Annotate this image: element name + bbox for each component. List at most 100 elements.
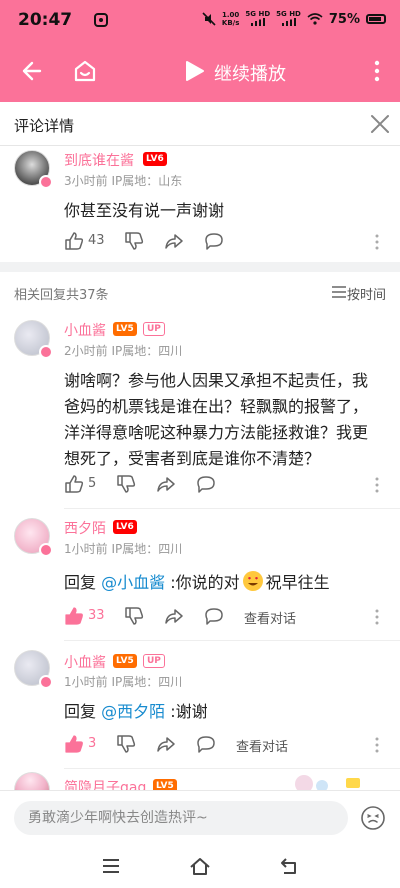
decoration-card-icon bbox=[295, 775, 360, 790]
comment-line: 爸妈的机票钱是谁在出？轻飘飘的报警了， bbox=[64, 397, 369, 416]
divider bbox=[64, 768, 400, 769]
battery-percent: 75% bbox=[328, 11, 360, 27]
more-vertical-icon[interactable] bbox=[374, 737, 380, 753]
up-tag: UP bbox=[143, 322, 165, 336]
comment-actions: 5 bbox=[64, 474, 394, 496]
comment-meta: 3小时前 IP属地：山东 bbox=[64, 174, 183, 188]
mention-link[interactable]: @小血酱 bbox=[101, 573, 165, 592]
signal-bars-icon bbox=[250, 18, 265, 26]
comment-meta: 1小时前 IP属地：四川 bbox=[64, 542, 183, 556]
top-header: 继续播放 bbox=[0, 40, 400, 102]
notification-app-icon bbox=[94, 13, 108, 27]
reply-body-tail: 祝早往生 bbox=[265, 573, 330, 592]
like-filled-icon[interactable] bbox=[64, 606, 84, 626]
system-nav-bar bbox=[0, 844, 400, 888]
home-icon[interactable] bbox=[189, 855, 211, 877]
comment-text: 你甚至没有说一声谢谢 bbox=[64, 201, 225, 220]
avatar[interactable] bbox=[14, 772, 50, 792]
reply-body: :谢谢 bbox=[165, 702, 208, 721]
level-badge: LV5 bbox=[113, 322, 137, 336]
avatar[interactable] bbox=[14, 650, 53, 689]
avatar[interactable] bbox=[14, 150, 53, 189]
status-right: 1.00 KB/s 5G HD 5G HD 75% bbox=[202, 10, 386, 28]
avatar-badge bbox=[39, 345, 53, 359]
close-icon[interactable] bbox=[370, 114, 390, 134]
comment-actions: 3 查看对话 bbox=[64, 734, 394, 756]
divider bbox=[64, 508, 400, 509]
heart-eyes-emoji-icon bbox=[242, 571, 263, 591]
share-icon[interactable] bbox=[156, 474, 176, 494]
divider bbox=[64, 640, 400, 641]
like-count: 33 bbox=[88, 608, 105, 623]
battery-icon bbox=[366, 14, 386, 24]
dislike-icon[interactable] bbox=[116, 474, 136, 494]
comment-text: 回复 @小血酱 :你说的对 祝早往生 bbox=[64, 570, 394, 596]
dislike-icon[interactable] bbox=[124, 231, 144, 251]
avatar-badge bbox=[39, 543, 53, 557]
avatar-badge bbox=[39, 175, 53, 189]
comment-text: 谢啥啊？参与他人因果又承担不起责任，我 爸妈的机票钱是谁在出？轻飘飘的报警了， … bbox=[64, 368, 394, 472]
avatar[interactable] bbox=[14, 518, 53, 557]
signal-1-label: 5G HD bbox=[245, 10, 271, 18]
reply-prefix: 回复 bbox=[64, 702, 102, 721]
section-separator bbox=[0, 262, 400, 272]
comment-actions: 43 bbox=[64, 231, 394, 253]
like-filled-icon[interactable] bbox=[64, 734, 84, 754]
wifi-icon bbox=[307, 13, 323, 25]
dislike-icon[interactable] bbox=[116, 734, 136, 754]
level-badge: LV5 bbox=[113, 654, 137, 668]
signal-2: 5G HD bbox=[276, 10, 301, 28]
signal-2-label: 5G HD bbox=[276, 10, 301, 18]
signal-bars-icon bbox=[281, 18, 296, 26]
view-conversation-button[interactable]: 查看对话 bbox=[236, 736, 288, 755]
comment-meta: 1小时前 IP属地：四川 bbox=[64, 675, 183, 689]
like-count: 43 bbox=[88, 233, 105, 248]
comment-detail-bar: 评论详情 bbox=[0, 102, 400, 146]
username[interactable]: 小血酱 bbox=[64, 320, 106, 340]
reply-icon[interactable] bbox=[204, 231, 224, 251]
emoji-icon[interactable] bbox=[360, 805, 386, 831]
more-vertical-icon[interactable] bbox=[374, 609, 380, 625]
comment-actions: 33 查看对话 bbox=[64, 606, 394, 628]
username[interactable]: 小血酱 bbox=[64, 652, 106, 672]
sort-icon[interactable] bbox=[332, 286, 346, 298]
status-time: 20:47 bbox=[18, 10, 73, 30]
username[interactable]: 到底谁在酱 bbox=[64, 150, 134, 170]
comment-line: 想死了，受害者到底是谁你不清楚？ bbox=[64, 449, 321, 468]
app-root: 20:47 1.00 KB/s 5G HD 5G HD 75% 继续播放 评论详… bbox=[0, 0, 400, 888]
reply-icon[interactable] bbox=[204, 606, 224, 626]
like-icon[interactable] bbox=[64, 474, 84, 494]
like-icon[interactable] bbox=[64, 231, 84, 251]
play-icon[interactable] bbox=[183, 60, 205, 82]
replies-header: 相关回复共37条 按时间 bbox=[0, 272, 400, 312]
avatar[interactable] bbox=[14, 320, 53, 359]
reply-icon[interactable] bbox=[196, 734, 216, 754]
home-tv-icon[interactable] bbox=[72, 58, 98, 84]
more-vertical-icon[interactable] bbox=[372, 60, 382, 82]
share-icon[interactable] bbox=[156, 734, 176, 754]
comment-input[interactable]: 勇敢滴少年啊快去创造热评~ bbox=[14, 801, 348, 835]
net-speed: 1.00 KB/s bbox=[222, 11, 239, 27]
mention-link[interactable]: @西夕陌 bbox=[101, 702, 165, 721]
menu-icon[interactable] bbox=[100, 855, 122, 877]
username[interactable]: 西夕陌 bbox=[64, 518, 106, 538]
level-badge: LV6 bbox=[143, 152, 167, 166]
sort-by-time-button[interactable]: 按时间 bbox=[347, 284, 386, 303]
reply-icon[interactable] bbox=[196, 474, 216, 494]
share-icon[interactable] bbox=[164, 606, 184, 626]
more-vertical-icon[interactable] bbox=[374, 234, 380, 250]
share-icon[interactable] bbox=[164, 231, 184, 251]
reply-body: :你说的对 bbox=[165, 573, 240, 592]
back-icon[interactable] bbox=[278, 855, 300, 877]
avatar-badge bbox=[39, 675, 53, 689]
comment-input-bar: 勇敢滴少年啊快去创造热评~ bbox=[0, 790, 400, 844]
like-count: 3 bbox=[88, 736, 97, 751]
status-bar: 20:47 1.00 KB/s 5G HD 5G HD 75% bbox=[0, 0, 400, 40]
continue-play-button[interactable]: 继续播放 bbox=[214, 60, 286, 86]
more-vertical-icon[interactable] bbox=[374, 477, 380, 493]
dislike-icon[interactable] bbox=[124, 606, 144, 626]
back-arrow-icon[interactable] bbox=[20, 60, 42, 82]
comment-meta: 2小时前 IP属地：四川 bbox=[64, 344, 183, 358]
reply-count: 相关回复共37条 bbox=[14, 288, 109, 303]
view-conversation-button[interactable]: 查看对话 bbox=[244, 608, 296, 627]
